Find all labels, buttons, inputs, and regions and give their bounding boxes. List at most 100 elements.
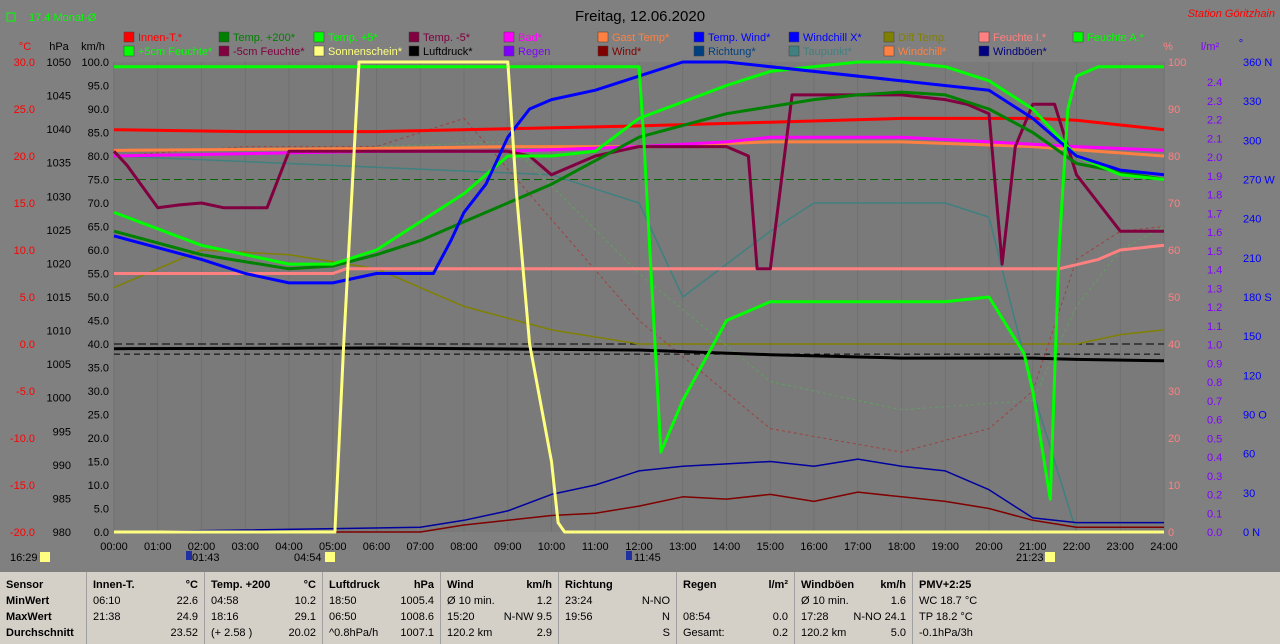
tick-label-time: 19:00 — [931, 541, 959, 553]
cell: 06:10 — [93, 595, 121, 607]
tick-label-rain: 0.2 — [1207, 490, 1222, 502]
time-marker-square — [325, 552, 335, 562]
tick-label-rain: 0.7 — [1207, 396, 1222, 408]
cell: N — [662, 611, 670, 623]
cell: S — [662, 627, 670, 639]
legend-swatch — [123, 31, 135, 43]
col-unit: °C — [185, 579, 198, 591]
tick-label-temp: 10.0 — [14, 245, 35, 257]
time-marker-label: 01:43 — [192, 552, 220, 564]
tick-label-direction: 0 N — [1243, 527, 1260, 539]
legend-label: Regen — [518, 46, 550, 58]
time-marker-label: 04:54 — [294, 552, 322, 564]
tick-label-pressure: 980 — [53, 527, 71, 539]
legend-label: Diff Temp. — [898, 32, 947, 44]
tick-label-humidity: 70 — [1168, 198, 1180, 210]
time-marker-label: 11:45 — [634, 552, 661, 564]
tick-label-time: 10:00 — [538, 541, 566, 553]
cell: Gesamt: — [683, 627, 725, 639]
cell: 22.6 — [176, 595, 198, 607]
legend-swatch — [218, 45, 230, 57]
tick-label-speed: 10.0 — [88, 480, 109, 492]
legend-label: Temp. +200* — [233, 32, 296, 44]
tick-label-rain: 1.3 — [1207, 283, 1222, 295]
cell: 29.1 — [294, 611, 316, 623]
tick-label-rain: 1.4 — [1207, 265, 1222, 277]
tick-label-time: 22:00 — [1063, 541, 1091, 553]
cell: 23:24 — [565, 595, 593, 607]
tick-label-speed: 60.0 — [88, 245, 109, 257]
cell: 19:56 — [565, 611, 593, 623]
legend-swatch — [978, 31, 990, 43]
cell: 04:58 — [211, 595, 239, 607]
tick-label-direction: 270 W — [1243, 175, 1275, 187]
tick-label-rain: 2.4 — [1207, 77, 1222, 89]
cell: 08:54 — [683, 611, 711, 623]
tick-label-temp: 0.0 — [20, 339, 35, 351]
tick-label-rain: 0.5 — [1207, 433, 1222, 445]
tick-label-rain: 1.5 — [1207, 246, 1222, 258]
cell: 0.0 — [772, 611, 788, 623]
legend-label: Temp. -5* — [423, 32, 471, 44]
legend-label: Innen-T.* — [138, 32, 183, 44]
cell: 23.52 — [170, 627, 198, 639]
legend-swatch — [978, 45, 990, 57]
tick-label-rain: 0.0 — [1207, 527, 1222, 539]
time-marker-icon — [626, 551, 632, 560]
tick-label-humidity: 90 — [1168, 104, 1180, 116]
legend-swatch — [123, 45, 135, 57]
legend-swatch — [883, 45, 895, 57]
cell: 17:28 — [801, 611, 829, 623]
col-head: Wind — [447, 579, 474, 591]
tick-label-rain: 1.7 — [1207, 208, 1222, 220]
cell: N-NO — [641, 595, 670, 607]
tick-label-speed: 15.0 — [88, 457, 109, 469]
tick-label-time: 15:00 — [756, 541, 784, 553]
unit-direction: ° — [1239, 38, 1243, 50]
unit-humidity: % — [1163, 41, 1173, 53]
row-label: Sensor — [6, 579, 44, 591]
cell: 15:20 — [447, 611, 475, 623]
cell: 20.02 — [288, 627, 316, 639]
legend-label: Wind* — [612, 46, 642, 58]
cell: 5.0 — [890, 627, 906, 639]
cell: 120.2 km — [447, 627, 493, 639]
cell: 1.6 — [890, 595, 906, 607]
chart-title: Freitag, 12.06.2020 — [575, 8, 705, 25]
tick-label-time: 09:00 — [494, 541, 522, 553]
col-sensor: Sensor MinWert MaxWert Durchschnitt — [0, 572, 87, 644]
col-head: PMV+2:25 — [919, 579, 972, 591]
col-head: Richtung — [565, 579, 613, 591]
tick-label-speed: 30.0 — [88, 386, 109, 398]
tick-label-time: 16:00 — [800, 541, 828, 553]
tick-label-speed: 100.0 — [81, 57, 109, 69]
cell: 0.2 — [772, 627, 788, 639]
tick-label-time: 23:00 — [1106, 541, 1134, 553]
legend-swatch — [788, 45, 800, 57]
col-pmv: PMV+2:25 WC 18.7 °C TP 18.2 °C -0.1hPa/3… — [913, 572, 1023, 644]
tick-label-pressure: 1005 — [47, 359, 71, 371]
legend-swatch — [408, 31, 420, 43]
weather-chart: 30.0 25.0 20.0 15.0 10.0 5.0 0.0 -5.0 -10.0 -15.0… — [0, 0, 1280, 572]
tick-label-pressure: 1050 — [47, 57, 71, 69]
col-head: Luftdruck — [329, 579, 380, 591]
tick-label-speed: 55.0 — [88, 269, 109, 281]
legend-label: Bad* — [518, 32, 543, 44]
tick-label-speed: 90.0 — [88, 104, 109, 116]
tick-label-speed: 50.0 — [88, 292, 109, 304]
time-marker-square — [40, 552, 50, 562]
col-unit: km/h — [526, 579, 552, 591]
cell: 2.9 — [536, 627, 552, 639]
row-label: MaxWert — [6, 611, 52, 623]
legend-swatch — [693, 45, 705, 57]
tick-label-rain: 2.0 — [1207, 152, 1222, 164]
tick-label-rain: 1.9 — [1207, 171, 1222, 183]
tick-label-temp: -10.0 — [10, 433, 35, 445]
tick-label-speed: 75.0 — [88, 175, 109, 187]
tick-label-temp: 30.0 — [14, 57, 35, 69]
tick-label-humidity: 80 — [1168, 151, 1180, 163]
col-unit: °C — [303, 579, 316, 591]
legend-label: Richtung* — [708, 46, 756, 58]
tick-label-speed: 35.0 — [88, 363, 109, 375]
tick-label-pressure: 1035 — [47, 158, 71, 170]
